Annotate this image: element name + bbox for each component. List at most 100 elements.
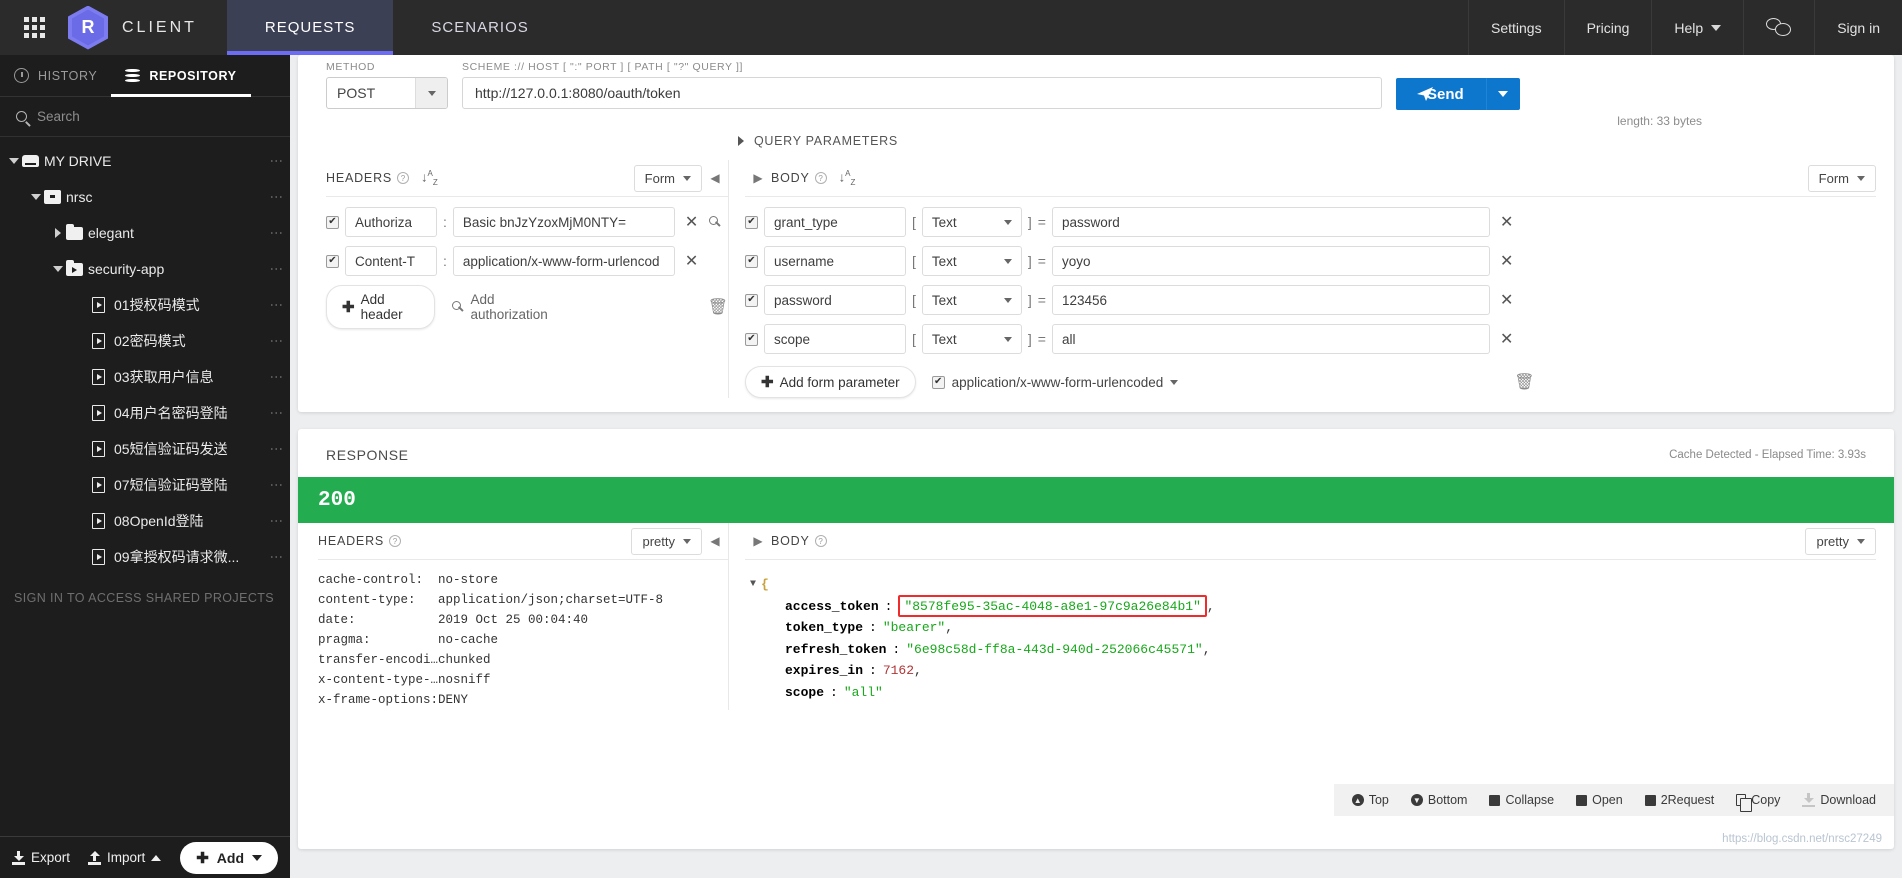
row-menu-icon[interactable]: ⋮ bbox=[269, 443, 284, 456]
toolbar-copy-button[interactable]: Copy bbox=[1736, 793, 1780, 812]
body-expand-button[interactable]: ▶ bbox=[745, 171, 771, 185]
delete-body-icon[interactable]: 🗑 bbox=[1514, 372, 1534, 392]
expand-arrow-icon[interactable] bbox=[28, 194, 44, 200]
content-type-checkbox[interactable] bbox=[931, 375, 945, 389]
row-menu-icon[interactable]: ⋮ bbox=[269, 371, 284, 384]
param-value-input[interactable] bbox=[1051, 324, 1490, 354]
sidebar-search[interactable] bbox=[0, 97, 290, 137]
remove-param-icon[interactable]: ✕ bbox=[1496, 212, 1517, 232]
delete-headers-icon[interactable]: 🗑 bbox=[708, 297, 728, 317]
param-value-input[interactable] bbox=[1051, 285, 1490, 315]
tree-item-request-04[interactable]: 04用户名密码登陆 ⋮ bbox=[0, 395, 290, 431]
headers-collapse-button[interactable]: ◀ bbox=[702, 171, 728, 185]
row-menu-icon[interactable]: ⋮ bbox=[269, 299, 284, 312]
tree-item-my-drive[interactable]: MY DRIVE ⋮ bbox=[0, 143, 290, 179]
nav-help[interactable]: Help bbox=[1651, 0, 1743, 55]
param-type-select[interactable]: Text bbox=[921, 324, 1022, 354]
row-menu-icon[interactable]: ⋮ bbox=[269, 227, 284, 240]
nav-chat[interactable] bbox=[1743, 0, 1814, 55]
param-key-input[interactable] bbox=[764, 246, 906, 276]
sidebar-tab-repository[interactable]: REPOSITORY bbox=[111, 55, 251, 97]
toolbar-2request-button[interactable]: 2Request bbox=[1644, 793, 1714, 807]
help-icon[interactable]: ? bbox=[389, 535, 402, 547]
tree-item-security-app[interactable]: security-app ⋮ bbox=[0, 251, 290, 287]
toolbar-download-button[interactable]: Download bbox=[1802, 793, 1876, 807]
method-select[interactable]: POST bbox=[326, 77, 448, 109]
param-key-input[interactable] bbox=[764, 207, 906, 237]
send-button[interactable]: Send bbox=[1396, 78, 1486, 110]
response-body-expand-button[interactable]: ▶ bbox=[745, 534, 771, 548]
response-headers-collapse-button[interactable]: ◀ bbox=[702, 534, 728, 548]
row-menu-icon[interactable]: ⋮ bbox=[269, 479, 284, 492]
tree-item-request-07[interactable]: 07短信验证码登陆 ⋮ bbox=[0, 467, 290, 503]
header-value-input[interactable] bbox=[452, 246, 675, 276]
app-grid-button[interactable] bbox=[0, 0, 68, 55]
row-menu-icon[interactable]: ⋮ bbox=[269, 191, 284, 204]
content-type-select[interactable]: application/x-www-form-urlencoded bbox=[931, 375, 1179, 390]
param-value-input[interactable] bbox=[1051, 246, 1490, 276]
row-menu-icon[interactable]: ⋮ bbox=[269, 515, 284, 528]
param-enabled-checkbox[interactable] bbox=[745, 215, 758, 229]
tab-scenarios[interactable]: SCENARIOS bbox=[393, 0, 566, 55]
add-header-button[interactable]: ✚ Add header bbox=[326, 285, 436, 329]
toolbar-open-button[interactable]: Open bbox=[1576, 793, 1623, 807]
remove-param-icon[interactable]: ✕ bbox=[1496, 290, 1517, 310]
row-menu-icon[interactable]: ⋮ bbox=[269, 335, 284, 348]
row-menu-icon[interactable]: ⋮ bbox=[269, 263, 284, 276]
add-button[interactable]: ✚ Add bbox=[180, 841, 278, 874]
help-icon[interactable]: ? bbox=[814, 172, 827, 184]
param-type-select[interactable]: Text bbox=[921, 207, 1022, 237]
toolbar-collapse-button[interactable]: Collapse bbox=[1489, 793, 1554, 807]
nav-pricing[interactable]: Pricing bbox=[1563, 0, 1652, 55]
key-icon[interactable] bbox=[708, 215, 722, 229]
param-enabled-checkbox[interactable] bbox=[745, 254, 758, 268]
tree-item-request-09[interactable]: 09拿授权码请求微... ⋮ bbox=[0, 539, 290, 575]
remove-header-icon[interactable]: ✕ bbox=[681, 251, 702, 271]
response-headers-mode-select[interactable]: pretty bbox=[631, 527, 702, 555]
collapse-arrow-icon[interactable] bbox=[50, 228, 66, 238]
remove-param-icon[interactable]: ✕ bbox=[1496, 329, 1517, 349]
toolbar-top-button[interactable]: ▲ Top bbox=[1351, 793, 1389, 807]
nav-settings[interactable]: Settings bbox=[1468, 0, 1564, 55]
toolbar-bottom-button[interactable]: ▼ Bottom bbox=[1410, 793, 1467, 807]
url-input[interactable] bbox=[462, 77, 1382, 109]
param-key-input[interactable] bbox=[764, 285, 906, 315]
row-menu-icon[interactable]: ⋮ bbox=[269, 155, 284, 168]
row-menu-icon[interactable]: ⋮ bbox=[269, 551, 284, 564]
header-value-input[interactable] bbox=[452, 207, 675, 237]
row-menu-icon[interactable]: ⋮ bbox=[269, 407, 284, 420]
header-enabled-checkbox[interactable] bbox=[326, 254, 339, 268]
send-options-button[interactable] bbox=[1485, 78, 1520, 110]
add-authorization-button[interactable]: Add authorization bbox=[451, 292, 561, 322]
expand-arrow-icon[interactable] bbox=[6, 158, 22, 164]
help-icon[interactable]: ? bbox=[397, 172, 410, 184]
tree-item-elegant[interactable]: elegant ⋮ bbox=[0, 215, 290, 251]
sort-az-icon[interactable]: ↓AZ bbox=[421, 169, 438, 187]
brand-logo[interactable]: R CLIENT bbox=[68, 0, 227, 55]
export-button[interactable]: Export bbox=[12, 850, 70, 865]
tree-item-request-05[interactable]: 05短信验证码发送 ⋮ bbox=[0, 431, 290, 467]
search-input[interactable] bbox=[37, 109, 274, 124]
import-button[interactable]: Import bbox=[88, 850, 162, 865]
tree-item-request-01[interactable]: 01授权码模式 ⋮ bbox=[0, 287, 290, 323]
sort-az-icon[interactable]: ↓AZ bbox=[839, 169, 856, 187]
param-enabled-checkbox[interactable] bbox=[745, 293, 758, 307]
help-icon[interactable]: ? bbox=[814, 535, 827, 547]
param-key-input[interactable] bbox=[764, 324, 906, 354]
header-key-input[interactable] bbox=[345, 207, 437, 237]
tree-item-request-03[interactable]: 03获取用户信息 ⋮ bbox=[0, 359, 290, 395]
sidebar-tab-history[interactable]: HISTORY bbox=[0, 55, 111, 96]
expand-arrow-icon[interactable] bbox=[50, 266, 66, 272]
query-parameters-toggle[interactable]: QUERY PARAMETERS bbox=[738, 134, 1894, 148]
nav-signin[interactable]: Sign in bbox=[1814, 0, 1902, 55]
header-key-input[interactable] bbox=[345, 246, 437, 276]
param-type-select[interactable]: Text bbox=[921, 285, 1022, 315]
remove-header-icon[interactable]: ✕ bbox=[681, 212, 702, 232]
body-mode-select[interactable]: Form bbox=[1807, 164, 1876, 192]
tree-item-nrsc[interactable]: nrsc ⋮ bbox=[0, 179, 290, 215]
tab-requests[interactable]: REQUESTS bbox=[226, 0, 394, 55]
param-enabled-checkbox[interactable] bbox=[745, 332, 758, 346]
add-form-parameter-button[interactable]: ✚ Add form parameter bbox=[745, 366, 916, 398]
tree-item-request-02[interactable]: 02密码模式 ⋮ bbox=[0, 323, 290, 359]
header-enabled-checkbox[interactable] bbox=[326, 215, 339, 229]
